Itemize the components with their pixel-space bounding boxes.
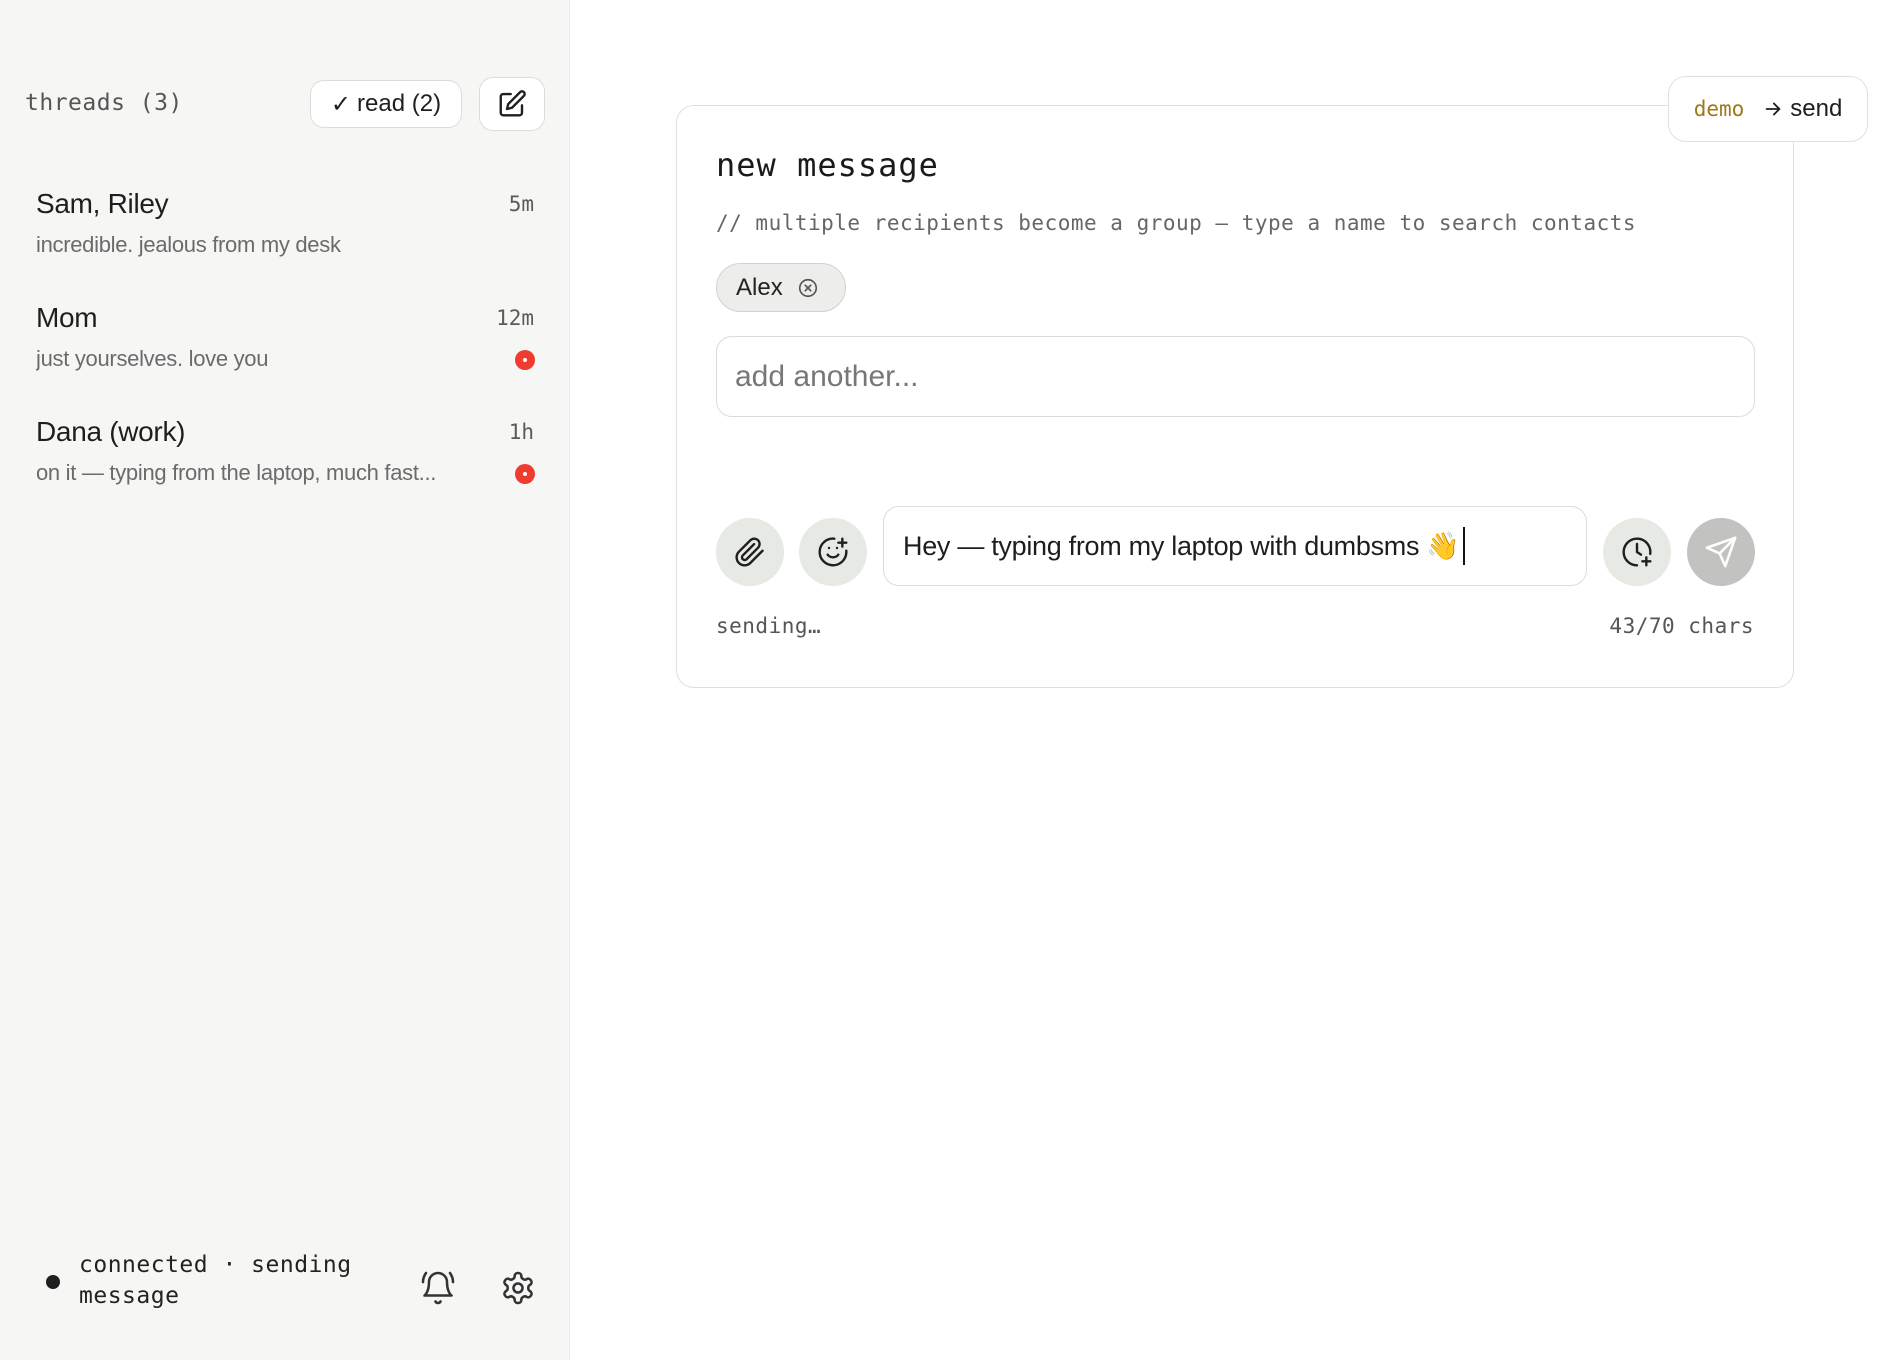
mark-read-button[interactable]: ✓ read (2) [310, 80, 462, 128]
unread-badge [515, 464, 535, 484]
notifications-button[interactable] [414, 1264, 462, 1312]
recipient-chip: Alex [716, 263, 846, 312]
thread-preview: on it — typing from the laptop, much fas… [36, 460, 437, 485]
send-plane-icon [1705, 536, 1737, 568]
remove-recipient-button[interactable] [797, 277, 819, 299]
message-text: Hey — typing from my laptop with dumbsms… [903, 531, 1460, 561]
thread-time: 12m [496, 306, 534, 330]
demo-tag: demo [1693, 97, 1745, 121]
thread-preview: incredible. jealous from my desk [36, 232, 341, 257]
thread-time: 1h [508, 420, 534, 444]
close-circle-icon [798, 278, 817, 297]
connection-status-dot [46, 1275, 60, 1289]
compose-card: new message // multiple recipients becom… [676, 105, 1794, 688]
mark-read-label: read (2) [357, 90, 442, 117]
message-input[interactable]: Hey — typing from my laptop with dumbsms… [883, 506, 1587, 586]
thread-item[interactable]: Dana (work) 1h on it — typing from the l… [0, 416, 570, 516]
smiley-plus-icon [818, 537, 848, 567]
demo-send-button[interactable]: demo send [1668, 76, 1868, 142]
clock-plus-icon [1622, 537, 1652, 567]
bell-icon [421, 1271, 455, 1305]
compose-button[interactable] [479, 77, 545, 131]
recipient-search-input[interactable] [716, 336, 1755, 417]
compose-title: new message [716, 146, 939, 184]
thread-name: Mom [36, 302, 98, 333]
send-button[interactable] [1687, 518, 1755, 586]
send-status: sending… [716, 614, 822, 638]
settings-button[interactable] [494, 1264, 542, 1312]
threads-sidebar: threads (3) ✓ read (2) Sam, Riley 5m inc… [0, 0, 570, 1360]
attach-button[interactable] [716, 518, 784, 586]
demo-action-label: send [1790, 95, 1843, 122]
paperclip-icon [735, 537, 764, 567]
thread-item[interactable]: Mom 12m just yourselves. love you [0, 302, 570, 402]
thread-preview: just yourselves. love you [36, 346, 269, 371]
thread-name: Sam, Riley [36, 188, 169, 219]
arrow-right-icon [1765, 102, 1781, 116]
gear-icon [503, 1271, 533, 1305]
threads-title: threads (3) [25, 90, 183, 116]
thread-item[interactable]: Sam, Riley 5m incredible. jealous from m… [0, 188, 570, 288]
compose-icon [499, 90, 526, 117]
schedule-button[interactable] [1603, 518, 1671, 586]
emoji-button[interactable] [799, 518, 867, 586]
thread-name: Dana (work) [36, 416, 186, 447]
compose-hint: // multiple recipients become a group — … [716, 211, 1637, 235]
demo-action: send [1762, 95, 1842, 123]
checkmark-icon: ✓ [330, 90, 352, 118]
char-count: 43/70 chars [1609, 614, 1754, 638]
unread-badge [515, 350, 535, 370]
thread-time: 5m [508, 192, 534, 216]
connection-status-text: connected · sending message [79, 1252, 352, 1309]
recipient-chip-label: Alex [736, 273, 783, 301]
text-caret [1462, 527, 1465, 565]
